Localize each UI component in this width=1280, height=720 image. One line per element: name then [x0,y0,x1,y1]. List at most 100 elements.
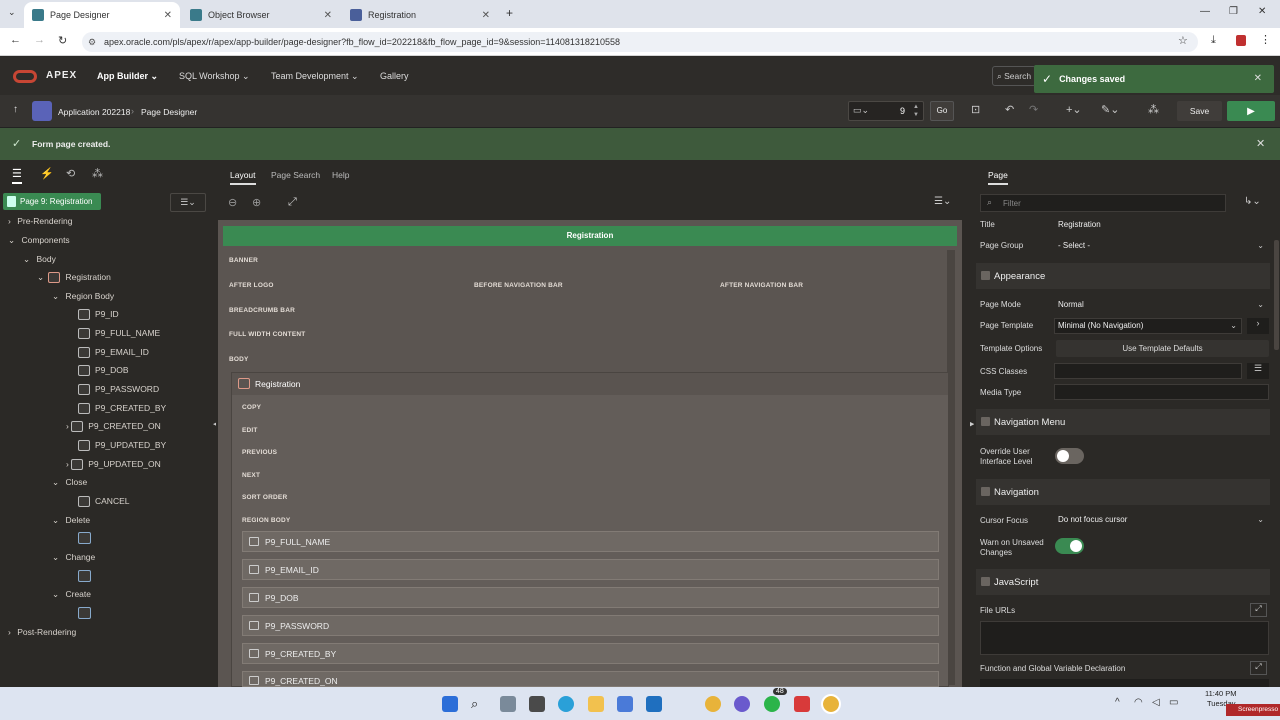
tree-item-registration-region[interactable]: ⌄ Registration [37,272,111,284]
up-arrow-icon[interactable]: ↑ [13,104,18,115]
close-toast-icon[interactable]: ✕ [1254,73,1262,84]
download-icon[interactable]: ⤓ [1211,34,1216,47]
position-after-navigation-bar[interactable]: AFTER NAVIGATION BAR [720,282,803,289]
site-info-icon[interactable]: ⚙ [88,32,96,52]
tray-chevron-icon[interactable]: ^ [1115,697,1120,708]
position-copy[interactable]: COPY [242,404,261,411]
property-scrollbar[interactable] [1274,240,1279,350]
button-icon[interactable] [78,570,91,582]
expand-editor-icon[interactable]: ⤢ [1250,661,1267,675]
button-icon[interactable] [78,532,91,544]
layout-item-p9-email-id[interactable]: P9_EMAIL_ID [242,559,939,580]
processing-tab-icon[interactable]: ⟲ [66,167,75,180]
page-selector[interactable]: ▭⌄ 9 ▲ ▼ [848,101,924,121]
tree-item-create[interactable]: ⌄ Create [52,589,91,600]
dynamic-actions-tab-icon[interactable]: ⚡ [40,167,54,180]
shared-components-icon[interactable]: ⁂ [1148,103,1159,116]
breadcrumb-application[interactable]: Application 202218 [58,107,130,117]
clock-time[interactable]: 11:40 PM [1205,689,1237,698]
browser-menu-icon[interactable]: ⋮ [1260,33,1271,46]
edge-icon[interactable] [558,696,574,712]
bookmark-star-icon[interactable]: ☆ [1178,34,1188,47]
tree-item-region-body[interactable]: ⌄ Region Body [52,291,114,302]
extension-icon[interactable] [1236,35,1246,46]
file-urls-textarea[interactable] [980,621,1269,655]
search-field[interactable]: ⌕ Search [992,66,1036,86]
title-input[interactable]: Registration [1054,217,1269,233]
css-classes-input[interactable] [1054,363,1242,379]
position-full-width-content[interactable]: FULL WIDTH CONTENT [229,331,305,338]
position-body[interactable]: BODY [229,356,249,363]
position-breadcrumb-bar[interactable]: BREADCRUMB BAR [229,307,295,314]
tree-item-post-rendering[interactable]: › Post-Rendering [8,627,76,637]
shared-components-tab-icon[interactable]: ⁂ [92,167,103,180]
new-tab-icon[interactable]: + [506,6,513,20]
page-number-input[interactable]: 9 [900,106,905,116]
filter-input[interactable]: ⌕ Filter [980,194,1226,212]
page-stepper-icon[interactable]: ▲ ▼ [913,103,919,119]
tree-item-p9-updated-on[interactable]: › P9_UPDATED_ON [66,459,161,471]
start-icon[interactable] [442,696,458,712]
registration-region-box[interactable] [231,372,949,687]
function-declaration-editor[interactable] [980,679,1269,687]
layout-menu-icon[interactable]: ☰⌄ [934,196,951,207]
tree-item-pre-rendering[interactable]: › Pre-Rendering [8,216,72,226]
close-window-icon[interactable]: ✕ [1258,6,1266,17]
volume-icon[interactable]: ◁ [1152,697,1160,708]
page-node[interactable]: Page 9: Registration [3,193,101,210]
chrome-active-icon[interactable] [821,694,841,714]
position-region-body[interactable]: REGION BODY [242,517,290,524]
file-explorer-icon[interactable] [588,696,604,712]
tree-item-cancel[interactable]: CANCEL [78,496,129,508]
layout-item-p9-password[interactable]: P9_PASSWORD [242,615,939,636]
layout-item-p9-created-by[interactable]: P9_CREATED_BY [242,643,939,664]
tree-item-p9-password[interactable]: P9_PASSWORD [78,384,159,396]
layout-item-p9-created-on[interactable]: P9_CREATED_ON [242,671,939,687]
reload-icon[interactable]: ↻ [58,34,67,47]
expand-editor-icon[interactable]: ⤢ [1250,603,1267,617]
position-edit[interactable]: EDIT [242,427,258,434]
nav-gallery[interactable]: Gallery [380,71,409,81]
tree-item-close[interactable]: ⌄ Close [52,477,87,488]
redo-icon[interactable]: ↷ [1029,103,1038,116]
position-before-navigation-bar[interactable]: BEFORE NAVIGATION BAR [474,282,563,289]
position-after-logo[interactable]: AFTER LOGO [229,282,274,289]
position-next[interactable]: NEXT [242,472,260,479]
page-template-select[interactable]: Minimal (No Navigation) ⌄ [1054,318,1242,334]
nav-app-builder[interactable]: App Builder ⌄ [97,71,158,82]
lock-page-icon[interactable]: ⊡ [971,103,980,116]
use-template-defaults-button[interactable]: Use Template Defaults [1056,340,1269,357]
tree-item-p9-id[interactable]: P9_ID [78,309,119,321]
task-view-icon[interactable] [500,696,516,712]
navigation-menu-section-header[interactable]: Navigation Menu [976,409,1270,435]
go-button[interactable]: Go [930,101,954,121]
tab-page-properties[interactable]: Page [988,170,1008,185]
close-tab-icon[interactable]: ✕ [164,10,172,21]
tree-item-components[interactable]: ⌄ Components [8,235,70,246]
search-icon[interactable]: ⌕ [471,696,487,712]
run-page-button[interactable]: ▶ [1227,101,1275,121]
forward-icon[interactable]: → [34,34,45,46]
widgets-icon[interactable] [529,696,545,712]
tab-page-search[interactable]: Page Search [271,170,320,180]
tree-item-change[interactable]: ⌄ Change [52,552,95,563]
close-tab-icon[interactable]: ✕ [324,10,332,21]
wifi-icon[interactable]: ◠ [1134,697,1143,708]
tree-item-p9-email-id[interactable]: P9_EMAIL_ID [78,347,149,359]
application-icon[interactable] [32,101,52,121]
navigation-section-header[interactable]: Navigation [976,479,1270,505]
tree-item-p9-created-on[interactable]: › P9_CREATED_ON [66,421,161,433]
position-previous[interactable]: PREVIOUS [242,449,277,456]
close-message-icon[interactable]: ✕ [1256,137,1265,150]
url-field[interactable]: ⚙ apex.oracle.com/pls/apex/r/apex/app-bu… [82,32,1198,52]
oracle-logo-icon[interactable] [13,70,37,83]
zoom-in-icon[interactable]: ⊕ [252,196,261,209]
tree-item-body[interactable]: ⌄ Body [23,254,56,265]
tab-help[interactable]: Help [332,170,349,180]
layout-item-p9-dob[interactable]: P9_DOB [242,587,939,608]
page-header-bar[interactable]: Registration [223,226,957,246]
battery-icon[interactable]: ▭ [1169,697,1178,708]
override-ui-level-toggle[interactable] [1055,448,1084,464]
tab-list-icon[interactable]: ⌄ [8,7,16,18]
undo-icon[interactable]: ↶ [1005,103,1014,116]
